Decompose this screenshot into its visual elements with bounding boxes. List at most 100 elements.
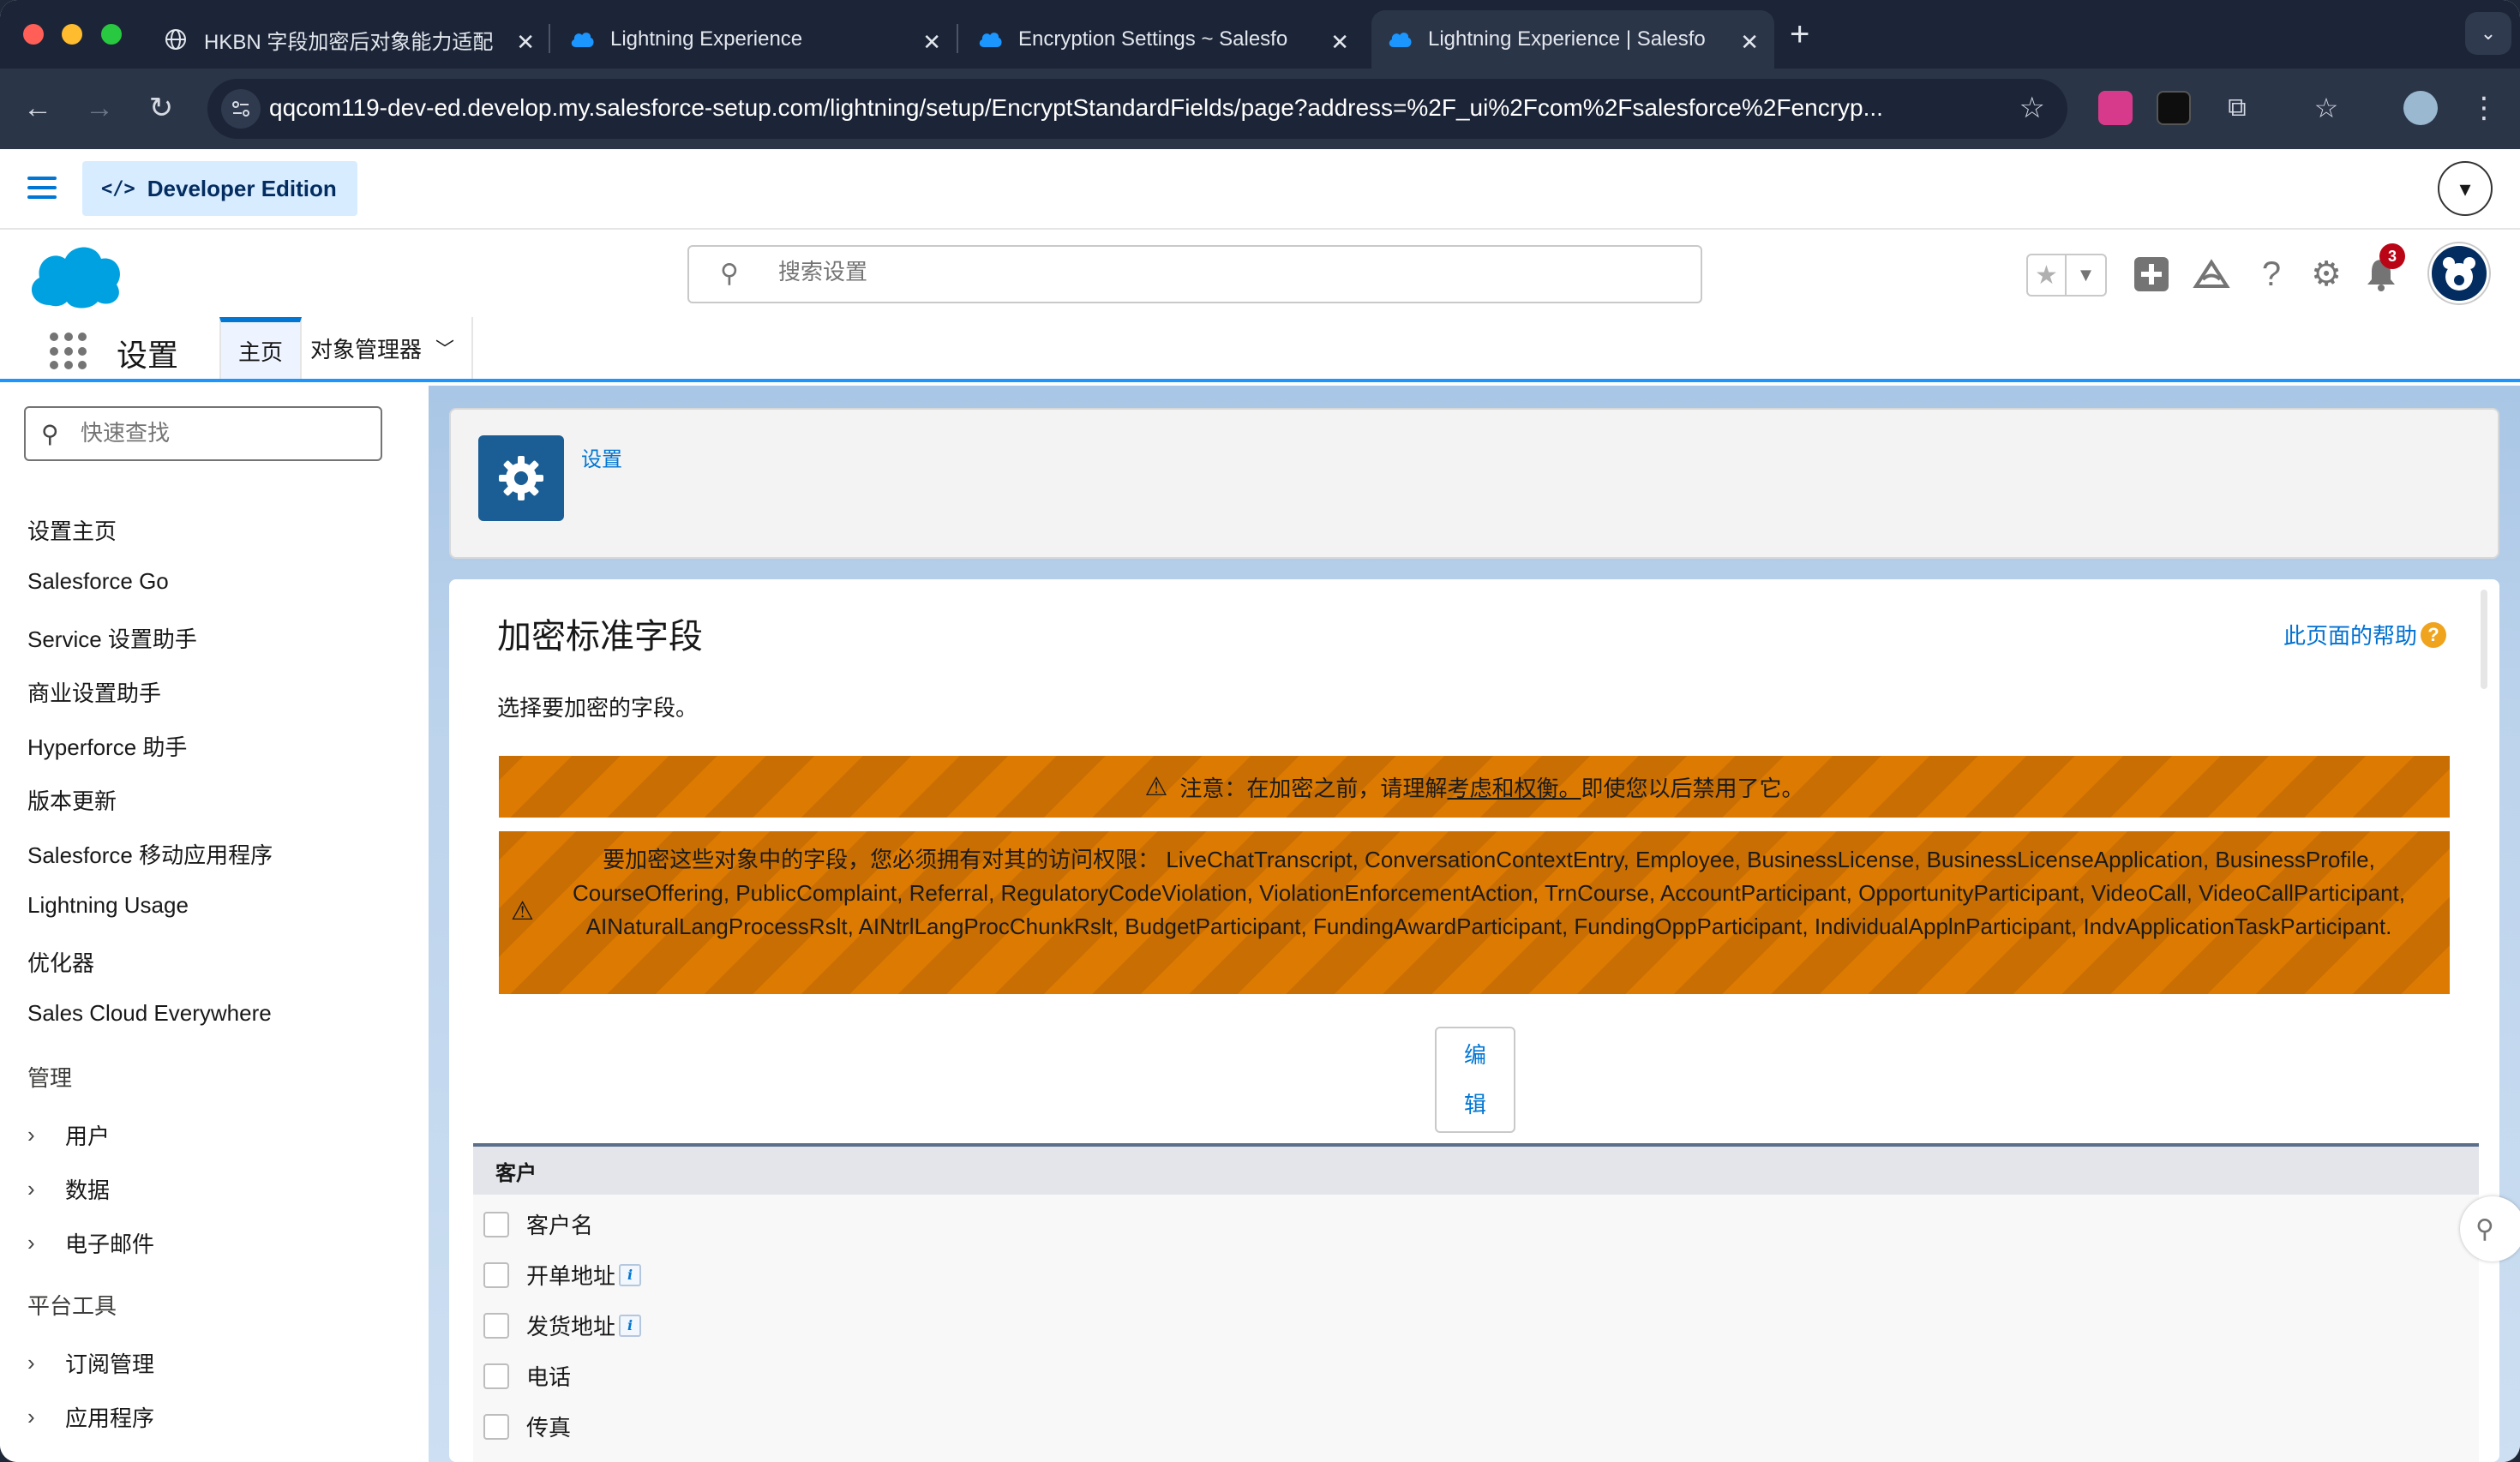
setup-gear-icon[interactable]: ⚙ bbox=[2304, 252, 2349, 297]
new-tab-button[interactable]: + bbox=[1790, 15, 1809, 54]
sidebar-item-lightning-usage[interactable]: Lightning Usage bbox=[27, 892, 189, 919]
browser-window: HKBN 字段加密后对象能力适配 ✕ Lightning Experience … bbox=[0, 0, 2520, 1462]
tab-title: Encryption Settings ~ Salesfo bbox=[1018, 27, 1288, 51]
tab-title: Lightning Experience bbox=[610, 27, 803, 51]
field-checkbox[interactable] bbox=[483, 1413, 509, 1440]
translate-extension-icon[interactable] bbox=[2098, 91, 2133, 125]
bookmarks-star-icon[interactable]: ☆ bbox=[2306, 87, 2347, 129]
setup-search-box[interactable]: ⚲ bbox=[687, 245, 1702, 303]
info-icon[interactable]: i bbox=[619, 1263, 642, 1286]
browser-tab-2[interactable]: Lightning Experience ✕ bbox=[554, 10, 957, 69]
app-launcher-icon[interactable] bbox=[50, 333, 87, 370]
maximize-window-button[interactable] bbox=[101, 24, 122, 45]
sidebar-item-hyperforce-assistant[interactable]: Hyperforce 助手 bbox=[27, 730, 187, 762]
sidebar-item-optimizer[interactable]: 优化器 bbox=[27, 946, 94, 978]
notification-count-badge: 3 bbox=[2379, 243, 2405, 269]
forward-arrow-icon[interactable]: → bbox=[79, 87, 120, 129]
url-text[interactable]: qqcom119-dev-ed.develop.my.salesforce-se… bbox=[269, 94, 1983, 122]
hamburger-menu-icon[interactable] bbox=[27, 177, 57, 199]
sidebar-section-platform-tools: 平台工具 bbox=[27, 1293, 117, 1319]
info-icon[interactable]: i bbox=[619, 1314, 642, 1337]
setup-search-input[interactable] bbox=[778, 259, 1550, 285]
browser-tab-3[interactable]: Encryption Settings ~ Salesfo ✕ bbox=[962, 10, 1365, 69]
browser-tab-4-active[interactable]: Lightning Experience | Salesfo ✕ bbox=[1371, 10, 1774, 69]
sidebar-item-salesforce-go[interactable]: Salesforce Go bbox=[27, 568, 169, 595]
address-bar[interactable]: qqcom119-dev-ed.develop.my.salesforce-se… bbox=[207, 79, 2067, 139]
close-tab-icon[interactable]: ✕ bbox=[516, 29, 535, 56]
sidebar-item-release-updates[interactable]: 版本更新 bbox=[27, 784, 117, 816]
quick-find-input[interactable] bbox=[81, 420, 363, 446]
sidebar-item-subscription-management[interactable]: › 订阅管理 bbox=[27, 1347, 154, 1379]
field-checkbox[interactable] bbox=[483, 1312, 509, 1339]
field-row[interactable]: 发货地址 i bbox=[483, 1309, 642, 1341]
field-checkbox[interactable] bbox=[483, 1211, 509, 1237]
tab-home[interactable]: 主页 bbox=[219, 317, 303, 379]
edition-label: Developer Edition bbox=[147, 175, 337, 201]
breadcrumb[interactable]: 设置 bbox=[581, 442, 622, 472]
user-avatar[interactable] bbox=[2429, 243, 2489, 303]
quick-find-box[interactable]: ⚲ bbox=[24, 406, 382, 461]
close-tab-icon[interactable]: ✕ bbox=[922, 29, 941, 56]
field-checkbox[interactable] bbox=[483, 1261, 509, 1288]
sidebar-item-label: 应用程序 bbox=[65, 1405, 155, 1431]
reload-icon[interactable]: ↻ bbox=[141, 87, 182, 129]
tab-search-chevron-icon[interactable]: ⌄ bbox=[2465, 12, 2511, 55]
chevron-right-icon: › bbox=[27, 1404, 35, 1429]
warning-banner-tradeoffs: ⚠ 注意：在加密之前，请理解 考虑和权衡。 即使您以后禁用了它。 bbox=[499, 756, 2450, 818]
back-arrow-icon[interactable]: ← bbox=[17, 87, 58, 129]
global-create-icon[interactable] bbox=[2129, 252, 2174, 297]
sidebar-item-service-assistant[interactable]: Service 设置助手 bbox=[27, 622, 197, 654]
sidebar-item-setup-home[interactable]: 设置主页 bbox=[27, 514, 117, 546]
salesforce-logo[interactable] bbox=[24, 238, 125, 313]
trailhead-icon[interactable] bbox=[2189, 252, 2234, 297]
field-checkbox[interactable] bbox=[483, 1363, 509, 1389]
puzzle-extensions-icon[interactable]: ⧉ bbox=[2217, 87, 2258, 129]
tab-title: Lightning Experience | Salesfo bbox=[1428, 27, 1706, 51]
terminal-extension-icon[interactable] bbox=[2157, 91, 2191, 125]
chevron-down-icon[interactable]: ▾ bbox=[2438, 161, 2493, 216]
kebab-menu-icon[interactable]: ⋮ bbox=[2463, 87, 2505, 129]
minimize-window-button[interactable] bbox=[62, 24, 82, 45]
salesforce-cloud-icon bbox=[569, 27, 595, 52]
edit-label-line2: 辑 bbox=[1463, 1092, 1486, 1117]
warning-icon: ⚠ bbox=[511, 897, 534, 926]
considerations-link[interactable]: 考虑和权衡。 bbox=[1447, 771, 1581, 803]
sidebar-item-sales-cloud-everywhere[interactable]: Sales Cloud Everywhere bbox=[27, 1000, 272, 1027]
warning-prefix: 注意：在加密之前，请理解 bbox=[1179, 775, 1448, 801]
tab-object-manager[interactable]: 对象管理器 ﹀ bbox=[293, 317, 474, 379]
bookmark-star-icon[interactable]: ☆ bbox=[2019, 91, 2045, 125]
sidebar-item-email[interactable]: › 电子邮件 bbox=[27, 1227, 154, 1259]
sidebar-item-users[interactable]: › 用户 bbox=[27, 1119, 110, 1151]
field-row[interactable]: 客户名 bbox=[483, 1208, 593, 1240]
field-row[interactable]: 传真 bbox=[483, 1411, 571, 1442]
field-row[interactable]: 开单地址 i bbox=[483, 1259, 642, 1291]
search-icon: ⚲ bbox=[720, 260, 739, 288]
close-tab-icon[interactable]: ✕ bbox=[1330, 29, 1349, 56]
edit-label-line1: 编 bbox=[1463, 1042, 1486, 1068]
profile-avatar[interactable] bbox=[2403, 91, 2438, 125]
sidebar-item-business-assistant[interactable]: 商业设置助手 bbox=[27, 676, 161, 708]
floating-search-icon[interactable]: ⚲ bbox=[2460, 1196, 2520, 1261]
page-subtitle: 选择要加密的字段。 bbox=[497, 695, 699, 721]
help-for-this-page-link[interactable]: 此页面的帮助 ? bbox=[2283, 619, 2446, 650]
sidebar-item-label: 订阅管理 bbox=[65, 1351, 155, 1377]
help-icon[interactable]: ? bbox=[2249, 252, 2294, 297]
favorites-dropdown-icon[interactable]: ▼ bbox=[2067, 255, 2105, 295]
site-settings-icon[interactable] bbox=[221, 89, 261, 129]
developer-edition-badge[interactable]: </> Developer Edition bbox=[82, 161, 357, 216]
warning-access-text: 要加密这些对象中的字段，您必须拥有对其的访问权限： LiveChatTransc… bbox=[573, 847, 2405, 939]
edit-button[interactable]: 编 辑 bbox=[1435, 1027, 1515, 1133]
field-row[interactable]: 电话 bbox=[483, 1360, 571, 1392]
close-window-button[interactable] bbox=[23, 24, 44, 45]
chevron-down-icon[interactable]: ﹀ bbox=[435, 334, 454, 362]
sidebar-item-apps[interactable]: › 应用程序 bbox=[27, 1401, 154, 1433]
chevron-right-icon: › bbox=[27, 1350, 35, 1375]
sidebar-item-mobile-app[interactable]: Salesforce 移动应用程序 bbox=[27, 838, 273, 870]
warning-icon: ⚠ bbox=[1144, 772, 1168, 801]
favorites-group[interactable]: ★ ▼ bbox=[2026, 254, 2107, 297]
close-tab-icon[interactable]: ✕ bbox=[1740, 29, 1759, 56]
favorite-star-icon[interactable]: ★ bbox=[2028, 255, 2067, 295]
browser-tab-1[interactable]: HKBN 字段加密后对象能力适配 ✕ bbox=[147, 10, 550, 69]
scrollbar[interactable] bbox=[2481, 590, 2487, 689]
sidebar-item-data[interactable]: › 数据 bbox=[27, 1173, 110, 1205]
